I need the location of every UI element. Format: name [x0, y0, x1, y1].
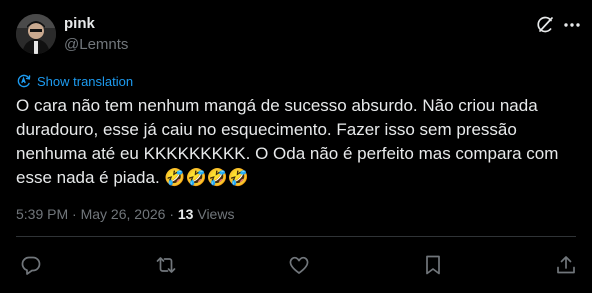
- author-handle[interactable]: @Lemnts: [64, 36, 128, 53]
- retweet-icon[interactable]: [155, 254, 177, 276]
- views-label: Views: [193, 206, 235, 222]
- show-translation-label: Show translation: [37, 73, 134, 89]
- meta-separator-2: ·: [165, 206, 178, 222]
- bookmark-icon[interactable]: [422, 254, 444, 276]
- tweet: pink @Lemnts Show translation O cara não…: [0, 0, 592, 293]
- views-count[interactable]: 13: [178, 206, 194, 222]
- post-time[interactable]: 5:39 PM: [16, 206, 68, 222]
- author-name[interactable]: pink: [64, 15, 95, 32]
- post-text: O cara não tem nenhum mangá de sucesso a…: [16, 96, 559, 187]
- more-icon[interactable]: [562, 15, 582, 35]
- avatar[interactable]: [16, 14, 56, 54]
- translate-icon: [16, 73, 32, 89]
- post-meta: 5:39 PM · May 26, 2026 · 13 Views: [16, 206, 234, 222]
- show-translation-link[interactable]: Show translation: [16, 72, 133, 90]
- meta-separator: ·: [68, 206, 81, 222]
- grok-icon[interactable]: [535, 15, 555, 35]
- post-date[interactable]: May 26, 2026: [81, 206, 166, 222]
- reply-icon[interactable]: [20, 254, 42, 276]
- share-icon[interactable]: [555, 254, 577, 276]
- like-icon[interactable]: [288, 254, 310, 276]
- divider: [16, 236, 576, 237]
